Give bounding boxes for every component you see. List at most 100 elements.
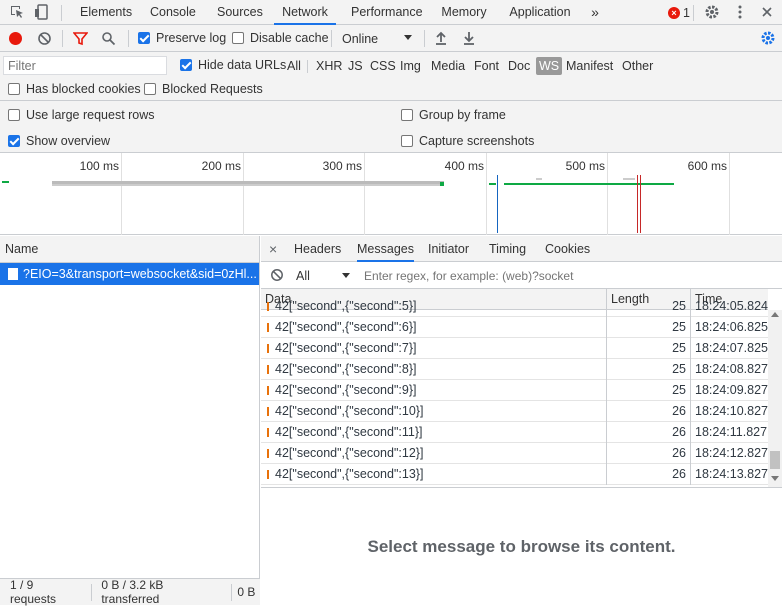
tab-elements[interactable]: Elements xyxy=(80,0,132,25)
type-filter-img[interactable]: Img xyxy=(397,57,424,75)
search-icon[interactable] xyxy=(101,31,116,49)
more-tabs-button[interactable]: » xyxy=(588,0,602,25)
network-settings-gear-icon[interactable] xyxy=(760,30,776,49)
preserve-log-label: Preserve log xyxy=(156,31,227,45)
outgoing-arrow-icon xyxy=(267,323,269,332)
message-length: 25 xyxy=(606,338,686,359)
scrollbar-thumb[interactable] xyxy=(770,451,780,469)
message-row[interactable]: 42["second",{"second":5}] 25 18:24:05.824 xyxy=(261,296,768,317)
error-icon: × xyxy=(668,6,680,19)
tab-console[interactable]: Console xyxy=(150,0,196,25)
message-type-select[interactable]: All xyxy=(292,267,352,284)
close-detail-icon[interactable]: × xyxy=(269,236,277,262)
tab-cookies[interactable]: Cookies xyxy=(545,236,590,262)
request-bar xyxy=(489,183,496,185)
hide-data-urls-toggle[interactable]: Hide data URLs xyxy=(180,58,286,72)
type-filter-ws[interactable]: WS xyxy=(536,57,563,75)
hide-data-urls-checkbox[interactable] xyxy=(180,59,192,71)
message-row[interactable]: 42["second",{"second":7}] 25 18:24:07.825 xyxy=(261,338,768,359)
type-filter-media[interactable]: Media xyxy=(428,57,468,75)
large-rows-toggle[interactable]: Use large request rows xyxy=(8,108,155,122)
request-row[interactable]: ?EIO=3&transport=websocket&sid=0zHl... xyxy=(0,263,259,285)
tab-headers[interactable]: Headers xyxy=(294,236,341,262)
message-row[interactable]: 42["second",{"second":10}] 26 18:24:10.827 xyxy=(261,401,768,422)
has-blocked-cookies-toggle[interactable]: Has blocked cookies xyxy=(8,82,141,96)
close-devtools-icon[interactable] xyxy=(758,3,776,21)
show-overview-checkbox[interactable] xyxy=(8,135,20,147)
scroll-down-icon[interactable] xyxy=(771,476,779,481)
message-regex-input[interactable] xyxy=(360,266,600,285)
detail-tab-bar: × Headers Messages Initiator Timing Cook… xyxy=(261,236,782,262)
outgoing-arrow-icon xyxy=(267,428,269,437)
request-count: 1 / 9 requests xyxy=(10,578,57,606)
import-har-icon[interactable] xyxy=(434,30,448,49)
group-by-frame-checkbox[interactable] xyxy=(401,109,413,121)
tab-performance[interactable]: Performance xyxy=(351,0,423,25)
type-filter-js[interactable]: JS xyxy=(345,57,366,75)
type-filter-other[interactable]: Other xyxy=(619,57,656,75)
preserve-log-toggle[interactable]: Preserve log xyxy=(138,31,226,45)
clear-icon[interactable] xyxy=(37,31,52,49)
name-column-header[interactable]: Name xyxy=(0,236,259,263)
message-data: 42["second",{"second":8}] xyxy=(275,362,417,376)
tab-initiator[interactable]: Initiator xyxy=(428,236,469,262)
device-toolbar-icon[interactable] xyxy=(33,3,51,21)
export-har-icon[interactable] xyxy=(462,30,476,49)
capture-screenshots-toggle[interactable]: Capture screenshots xyxy=(401,134,534,148)
request-bar xyxy=(2,181,9,183)
disable-cache-label: Disable cache xyxy=(250,31,329,45)
has-blocked-cookies-checkbox[interactable] xyxy=(8,83,20,95)
tab-memory[interactable]: Memory xyxy=(441,0,487,25)
request-detail-panel: × Headers Messages Initiator Timing Cook… xyxy=(261,236,782,605)
tab-application[interactable]: Application xyxy=(509,0,571,25)
type-filter-manifest[interactable]: Manifest xyxy=(563,57,616,75)
message-row[interactable]: 42["second",{"second":6}] 25 18:24:06.825 xyxy=(261,317,768,338)
large-rows-checkbox[interactable] xyxy=(8,109,20,121)
message-data: 42["second",{"second":9}] xyxy=(275,383,417,397)
inspect-element-icon[interactable] xyxy=(8,3,26,21)
message-time: 18:24:10.827 xyxy=(690,401,768,422)
more-options-icon[interactable] xyxy=(731,3,749,21)
chevron-down-icon xyxy=(342,273,350,278)
disable-cache-checkbox[interactable] xyxy=(232,32,244,44)
disable-cache-toggle[interactable]: Disable cache xyxy=(232,31,329,45)
devtools-tab-bar: Elements Console Sources Network Perform… xyxy=(0,0,782,25)
tab-sources[interactable]: Sources xyxy=(217,0,263,25)
transferred-size: 0 B / 3.2 kB transferred xyxy=(101,578,164,606)
blocked-requests-checkbox[interactable] xyxy=(144,83,156,95)
type-filter-doc[interactable]: Doc xyxy=(505,57,533,75)
message-row[interactable]: 42["second",{"second":13}] 26 18:24:13.827 xyxy=(261,464,768,485)
message-time: 18:24:08.827 xyxy=(690,359,768,380)
type-filter-all[interactable]: All xyxy=(284,57,304,75)
group-by-frame-toggle[interactable]: Group by frame xyxy=(401,108,506,122)
message-row[interactable]: 42["second",{"second":12}] 26 18:24:12.827 xyxy=(261,443,768,464)
type-filter-font[interactable]: Font xyxy=(471,57,502,75)
error-counter[interactable]: × 1 xyxy=(668,5,690,20)
filter-icon[interactable] xyxy=(72,31,89,49)
messages-scrollbar[interactable] xyxy=(768,310,782,487)
throttling-select[interactable]: Online xyxy=(338,30,416,47)
message-row[interactable]: 42["second",{"second":9}] 25 18:24:09.827 xyxy=(261,380,768,401)
show-overview-toggle[interactable]: Show overview xyxy=(8,134,110,148)
tab-messages[interactable]: Messages xyxy=(357,236,414,262)
tab-network[interactable]: Network xyxy=(274,0,336,25)
large-rows-label: Use large request rows xyxy=(26,108,155,122)
type-filter-xhr[interactable]: XHR xyxy=(313,57,345,75)
clear-messages-icon[interactable] xyxy=(270,268,284,285)
capture-screenshots-checkbox[interactable] xyxy=(401,135,413,147)
load-event-line xyxy=(640,175,641,233)
preserve-log-checkbox[interactable] xyxy=(138,32,150,44)
message-row[interactable]: 42["second",{"second":11}] 26 18:24:11.827 xyxy=(261,422,768,443)
filter-input[interactable] xyxy=(3,56,167,75)
scroll-up-icon[interactable] xyxy=(771,312,779,317)
message-time: 18:24:07.825 xyxy=(690,338,768,359)
message-row[interactable]: 42["second",{"second":8}] 25 18:24:08.827 xyxy=(261,359,768,380)
blocked-requests-toggle[interactable]: Blocked Requests xyxy=(144,82,263,96)
type-filter-css[interactable]: CSS xyxy=(367,57,399,75)
settings-gear-icon[interactable] xyxy=(703,3,721,21)
outgoing-arrow-icon xyxy=(267,365,269,374)
network-overview[interactable]: 100 ms 200 ms 300 ms 400 ms 500 ms 600 m… xyxy=(0,153,782,235)
tab-timing[interactable]: Timing xyxy=(489,236,526,262)
record-icon[interactable] xyxy=(9,32,22,45)
grid-line xyxy=(121,153,122,235)
